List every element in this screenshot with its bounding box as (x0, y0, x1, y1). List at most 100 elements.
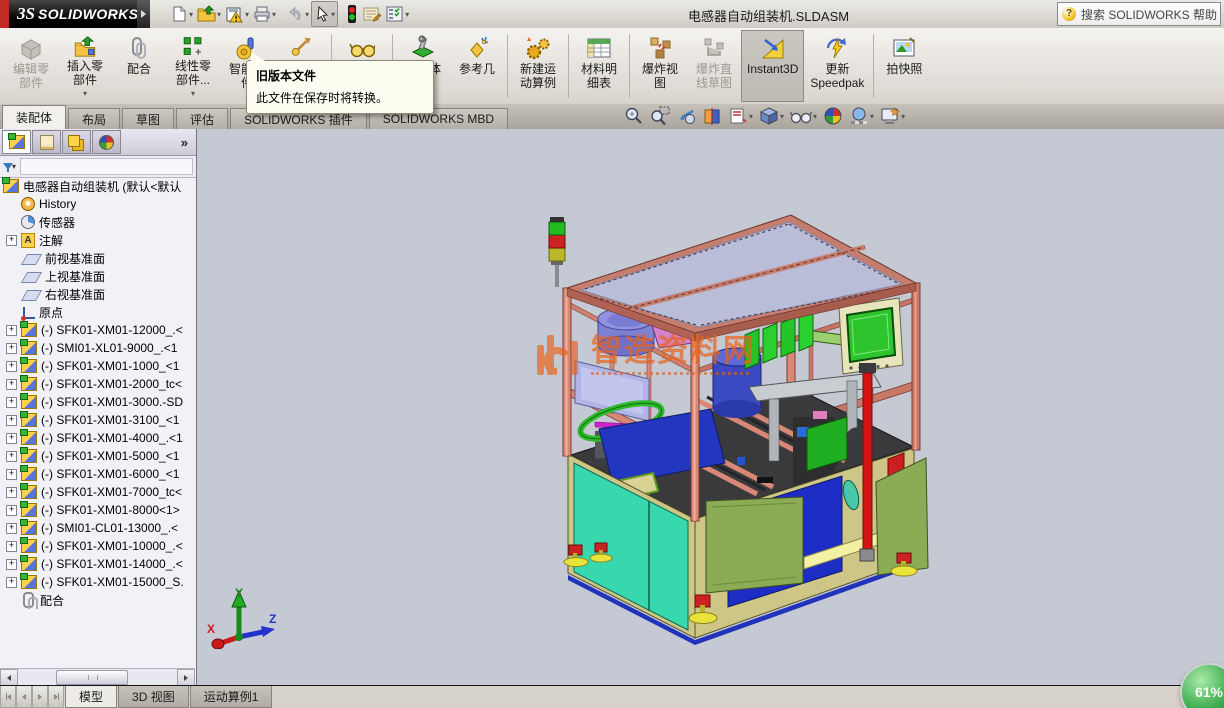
tree-root-item[interactable]: 电感器自动组装机 (默认<默认 (0, 177, 195, 195)
graphics-viewport[interactable]: 智造资料网 Y Z X (197, 129, 1224, 686)
tab-sketch[interactable]: 草图 (122, 108, 174, 129)
edit-appearance-button[interactable] (821, 106, 845, 126)
tree-item[interactable]: 注解 (0, 231, 195, 249)
dropdown-icon[interactable]: ▾ (272, 10, 276, 19)
tree-item[interactable]: 右视基准面 (0, 285, 195, 303)
menu-expand-arrow-icon[interactable] (137, 0, 150, 28)
expand-plus-icon[interactable] (6, 577, 17, 588)
save-button[interactable]: ▾ (223, 2, 251, 26)
expand-plus-icon[interactable] (6, 325, 17, 336)
tree-item[interactable]: (-) SFK01-XM01-8000<1> (0, 501, 195, 519)
previous-view-button[interactable] (674, 106, 698, 126)
expand-plus-icon[interactable] (6, 523, 17, 534)
previous-study-button[interactable] (16, 686, 32, 708)
tree-item[interactable]: (-) SFK01-XM01-3100_<1 (0, 411, 195, 429)
linear-component-pattern-button[interactable]: 线性零部件... ▾ (166, 30, 220, 102)
dropdown-icon[interactable]: ▾ (331, 10, 335, 19)
scroll-right-button[interactable] (177, 669, 195, 686)
tree-item[interactable]: (-) SFK01-XM01-10000_.< (0, 537, 195, 555)
tab-motion-study-1[interactable]: 运动算例1 (190, 686, 273, 708)
expand-plus-icon[interactable] (6, 397, 17, 408)
edit-component-button[interactable]: 编辑零部件 (4, 30, 58, 102)
zoom-fit-button[interactable] (622, 106, 646, 126)
tree-item[interactable]: History (0, 195, 195, 213)
undo-button[interactable]: ▾ (284, 2, 311, 26)
tree-item[interactable]: (-) SFK01-XM01-5000_<1 (0, 447, 195, 465)
tree-horizontal-scrollbar[interactable] (0, 668, 195, 686)
tab-model[interactable]: 模型 (65, 686, 117, 708)
exploded-view-button[interactable]: 爆炸视图 (633, 30, 687, 102)
apply-scene-button[interactable]: ▾ (847, 106, 876, 126)
tree-item[interactable]: 原点 (0, 303, 195, 321)
options-button[interactable]: ▾ (383, 2, 411, 26)
print-button[interactable]: ▾ (251, 2, 278, 26)
tree-item[interactable]: (-) SFK01-XM01-6000_<1 (0, 465, 195, 483)
first-study-button[interactable] (0, 686, 16, 708)
bill-of-materials-button[interactable]: 材料明细表 (572, 30, 626, 102)
tab-evaluate[interactable]: 评估 (176, 108, 228, 129)
feature-manager-tab[interactable] (2, 130, 31, 154)
dropdown-icon[interactable]: ▾ (780, 112, 784, 121)
expand-plus-icon[interactable] (6, 343, 17, 354)
dropdown-icon[interactable]: ▾ (813, 112, 817, 121)
expand-plus-icon[interactable] (6, 433, 17, 444)
tab-layout[interactable]: 布局 (68, 108, 120, 129)
take-snapshot-button[interactable]: 拍快照 (877, 30, 931, 102)
dropdown-icon[interactable]: ▾ (189, 10, 193, 19)
expand-plus-icon[interactable] (6, 235, 17, 246)
expand-plus-icon[interactable] (6, 451, 17, 462)
scrollbar-track[interactable] (18, 669, 177, 686)
next-study-button[interactable] (32, 686, 48, 708)
insert-components-button[interactable]: 插入零部件 ▾ (58, 30, 112, 102)
tree-item[interactable]: (-) SFK01-XM01-14000_.< (0, 555, 195, 573)
tree-item[interactable]: (-) SFK01-XM01-4000_.<1 (0, 429, 195, 447)
mate-button[interactable]: 配合 (112, 30, 166, 102)
chevron-expand-icon[interactable]: » (181, 135, 188, 150)
comment-button[interactable] (360, 2, 383, 26)
tree-item[interactable]: 前视基准面 (0, 249, 195, 267)
help-search-box[interactable]: ? 搜索 SOLIDWORKS 帮助 (1057, 2, 1221, 26)
tree-item[interactable]: 上视基准面 (0, 267, 195, 285)
expand-plus-icon[interactable] (6, 469, 17, 480)
dropdown-icon[interactable]: ▾ (749, 112, 753, 121)
tree-item[interactable]: (-) SFK01-XM01-1000_<1 (0, 357, 195, 375)
dropdown-icon[interactable]: ▾ (405, 10, 409, 19)
tree-filter-input[interactable] (20, 158, 193, 175)
tree-item[interactable]: (-) SMI01-XL01-9000_.<1 (0, 339, 195, 357)
display-style-button[interactable]: ▾ (757, 106, 786, 126)
explode-line-sketch-button[interactable]: 爆炸直线草图 (687, 30, 741, 102)
view-orientation-button[interactable]: ▾ (726, 106, 755, 126)
instant3d-button[interactable]: Instant3D (741, 30, 804, 102)
expand-plus-icon[interactable] (6, 415, 17, 426)
tree-item[interactable]: 传感器 (0, 213, 195, 231)
update-speedpak-button[interactable]: 更新Speedpak (804, 30, 870, 102)
dropdown-icon[interactable]: ▾ (870, 112, 874, 121)
machine-3d-model[interactable] (197, 129, 1224, 686)
dropdown-icon[interactable]: ▾ (245, 10, 249, 19)
tree-item[interactable]: 配合 (0, 591, 195, 609)
filter-dropdown-icon[interactable]: ▾ (12, 162, 16, 171)
hide-show-items-button[interactable]: ▾ (788, 106, 819, 126)
expand-plus-icon[interactable] (6, 487, 17, 498)
tab-3d-views[interactable]: 3D 视图 (118, 686, 189, 708)
expand-plus-icon[interactable] (6, 379, 17, 390)
section-view-button[interactable] (700, 106, 724, 126)
dropdown-icon[interactable]: ▾ (305, 10, 309, 19)
zoom-area-button[interactable] (648, 106, 672, 126)
dropdown-icon[interactable]: ▾ (83, 87, 87, 101)
expand-plus-icon[interactable] (6, 541, 17, 552)
last-study-button[interactable] (48, 686, 64, 708)
performance-check-button[interactable] (344, 2, 360, 26)
expand-plus-icon[interactable] (6, 505, 17, 516)
tree-item[interactable]: (-) SFK01-XM01-2000_tc< (0, 375, 195, 393)
tab-assembly[interactable]: 装配体 (2, 105, 66, 129)
new-document-button[interactable]: ▾ (168, 2, 195, 26)
select-tool-button[interactable]: ▾ (311, 1, 338, 27)
open-button[interactable]: ▾ (195, 2, 223, 26)
scrollbar-thumb[interactable] (56, 670, 128, 685)
tree-item[interactable]: (-) SFK01-XM01-12000_.< (0, 321, 195, 339)
configuration-manager-tab[interactable] (62, 130, 91, 154)
tree-item[interactable]: (-) SFK01-XM01-7000_tc< (0, 483, 195, 501)
property-manager-tab[interactable] (32, 130, 61, 154)
dropdown-icon[interactable]: ▾ (901, 112, 905, 121)
